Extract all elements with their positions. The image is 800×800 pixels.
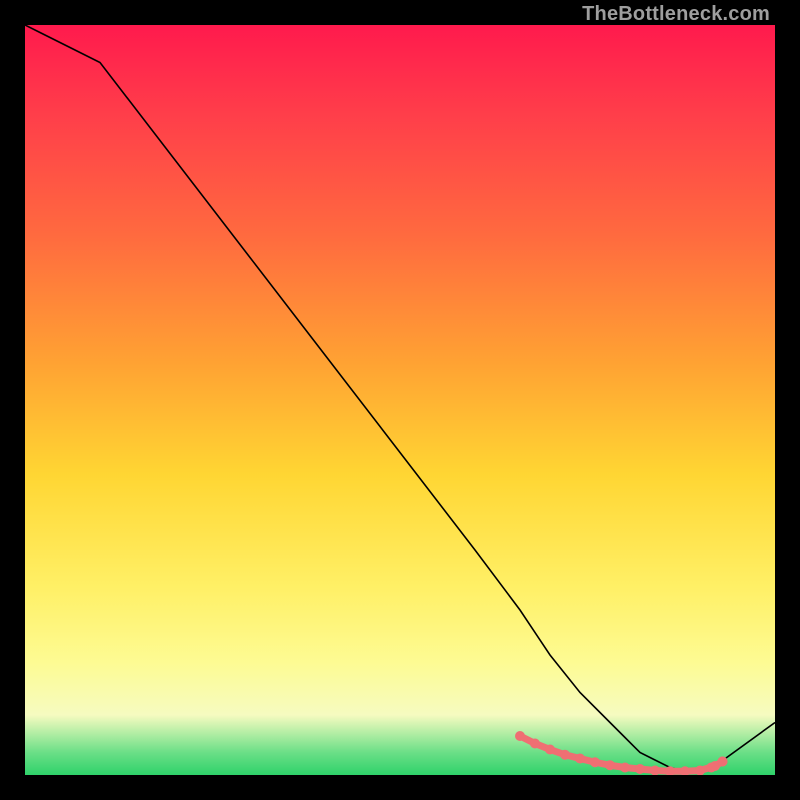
emphasis-dot (560, 750, 570, 760)
emphasis-dot (545, 745, 555, 755)
emphasis-dot-tail (706, 763, 716, 773)
emphasis-dot (515, 731, 525, 741)
emphasis-dot (635, 764, 645, 774)
attribution-label: TheBottleneck.com (582, 3, 770, 26)
emphasis-dots-group (515, 731, 728, 775)
bottleneck-curve-line (25, 25, 775, 771)
emphasis-dot (620, 763, 630, 773)
emphasis-dot (530, 739, 540, 749)
emphasis-dot-tail (718, 757, 728, 767)
chart-frame: TheBottleneck.com (0, 0, 800, 800)
emphasis-dot (605, 760, 615, 770)
emphasis-dot (590, 757, 600, 767)
chart-svg-layer (25, 25, 775, 775)
emphasis-dot (680, 766, 690, 775)
emphasis-dot (575, 754, 585, 764)
plot-area (25, 25, 775, 775)
